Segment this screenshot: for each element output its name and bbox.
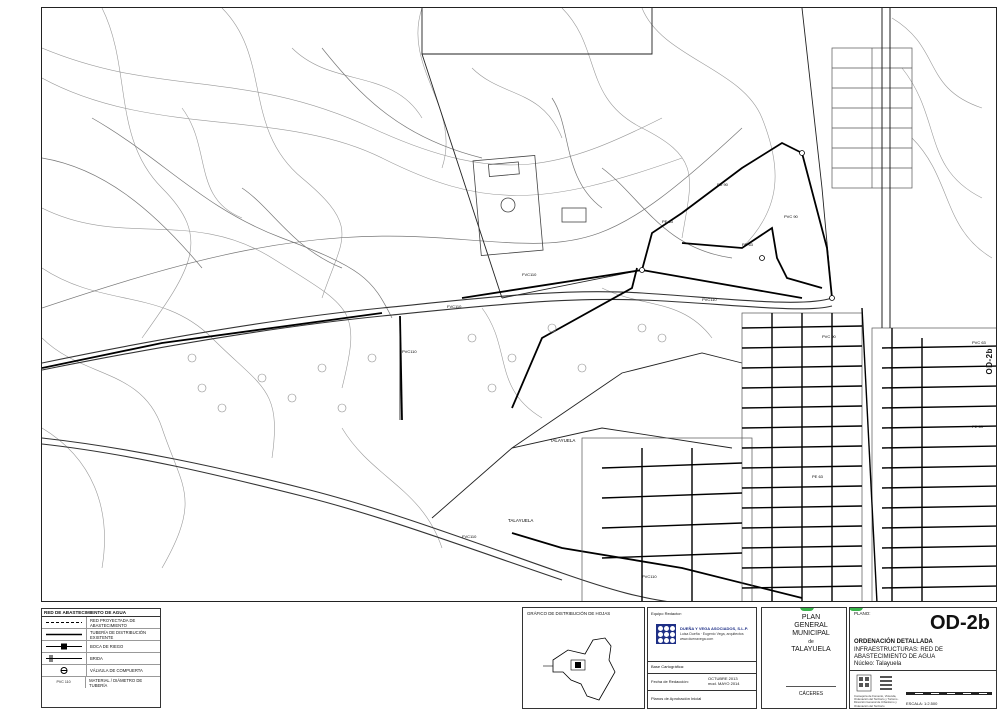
base-label: Base Cartográfica: — [651, 664, 685, 669]
tree-symbols — [187, 323, 667, 413]
plano-label: PLANO: — [854, 611, 871, 616]
pipe-label: PVC110 — [402, 349, 417, 354]
government-seal-icon — [856, 674, 872, 692]
pipe-sample-label: PVC 110 — [56, 680, 71, 684]
emblem-icon — [880, 676, 892, 690]
divider — [648, 661, 756, 662]
plan-line: TALAYUELA — [791, 646, 831, 653]
organization-text: Consejería de Fomento, Vivienda, Ordenac… — [854, 694, 900, 708]
plan-line: MUNICIPAL — [792, 630, 830, 637]
divider — [786, 686, 836, 687]
title-block: PLANO: OD-2b ORDENACIÓN DETALLADA INFRAE… — [849, 607, 997, 709]
plan-line: GENERAL — [794, 622, 828, 629]
sheet-heading: ORDENACIÓN DETALLADA — [854, 639, 933, 645]
legend-row: VÁLVULA DE COMPUERTA — [42, 665, 160, 677]
sheet-nucleo: Núcleo: Talayuela — [854, 661, 902, 667]
sector-boundaries — [399, 8, 833, 519]
plan-line: PLAN — [801, 614, 821, 621]
legend-label: BOCA DE RIEGO — [90, 644, 124, 649]
legend-row: PVC 110 MATERIAL / DIÁMETRO DE TUBERÍA — [42, 677, 160, 688]
pipe-label: PVC 90 — [784, 214, 799, 219]
distribution-title: GRÁFICO DE DISTRIBUCIÓN DE HOJAS — [527, 611, 611, 616]
team-title: Equipo Redactor: — [651, 611, 682, 616]
planos-label: Planos de Aprobación Inicial — [651, 696, 702, 701]
legend-title: RED DE ABASTECIMIENTO DE AGUA — [42, 609, 160, 617]
urban-pipes — [601, 307, 996, 601]
map-drawing: FVC110 FVC110 PVC110 FD 90 PE 63 PVC 90 … — [42, 8, 996, 601]
scale-bar — [906, 692, 992, 695]
dashed-line-icon — [42, 617, 87, 628]
legend-row: RED PROYECTADA DE ABASTECIMIENTO — [42, 617, 160, 629]
divider — [648, 690, 756, 691]
plan-line: de — [808, 639, 814, 645]
sheet-edge-label: OD-2b — [985, 348, 994, 375]
pipe-label: PE 63 — [662, 219, 674, 224]
municipality-outline — [543, 637, 616, 701]
firm-subtitle: Luisa Dueña · Eugenio Vega, arquitectos — [680, 632, 744, 636]
plan-title-panel: PLAN GENERAL MUNICIPAL de TALAYUELA CÁCE… — [761, 607, 847, 709]
valve-markers — [639, 150, 835, 301]
plan-name: PLAN GENERAL MUNICIPAL de TALAYUELA — [786, 614, 836, 654]
credits-panel: Equipo Redactor: DUEÑA Y VEGA ASOCIADOS,… — [647, 607, 757, 709]
legend-panel: RED DE ABASTECIMIENTO DE AGUA RED PROYEC… — [41, 608, 161, 708]
pipe-label: FVC110 — [462, 534, 477, 539]
pipe-label: PVC 63 — [972, 340, 987, 345]
main-road — [42, 291, 833, 601]
valve-icon — [42, 665, 87, 676]
boca-riego-icon — [42, 641, 87, 652]
legend-label: VÁLVULA DE COMPUERTA — [90, 668, 143, 673]
divider — [648, 673, 756, 674]
legend-row: TUBERÍA DE DISTRIBUCIÓN EXISTENTE — [42, 629, 160, 641]
sheet-distribution-panel: GRÁFICO DE DISTRIBUCIÓN DE HOJAS — [522, 607, 645, 709]
pipe-label: PVC 90 — [822, 334, 837, 339]
map-sheet: FVC110 FVC110 PVC110 FD 90 PE 63 PVC 90 … — [0, 0, 1000, 711]
pipe-label: FVC110 — [447, 304, 462, 309]
firm-name: DUEÑA Y VEGA ASOCIADOS, S.L.P. — [680, 626, 749, 631]
fecha-label: Fecha de Redacción: — [651, 679, 689, 684]
sheet-subtitle: INFRAESTRUCTURAS: RED DE ABASTECIMIENTO … — [854, 647, 944, 660]
legend-label: TUBERÍA DE DISTRIBUCIÓN EXISTENTE — [90, 629, 147, 640]
legend-row: BOCA DE RIEGO — [42, 641, 160, 653]
place-label: TALAYUELA — [508, 518, 533, 523]
firm-website: www.duenavega.com — [680, 637, 714, 641]
map-viewport[interactable]: FVC110 FVC110 PVC110 FD 90 PE 63 PVC 90 … — [41, 7, 997, 602]
sheet-code: OD-2b — [930, 612, 990, 634]
pipe-label: FD 90 — [717, 182, 729, 187]
plan-city: CÁCERES — [798, 691, 824, 697]
fecha-value-mod: mod. MAYO 2014 — [708, 681, 740, 686]
place-label: TALAYUELA — [550, 438, 575, 443]
contour-lines — [42, 8, 993, 569]
pipe-label: PE 63 — [742, 242, 754, 247]
legend-label: RED PROYECTADA DE ABASTECIMIENTO — [90, 617, 136, 628]
pipe-label-icon: PVC 110 — [42, 677, 87, 688]
urban-grid — [581, 312, 996, 601]
firm-logo-icon — [656, 624, 676, 644]
scale-label: ESCALA: 1:2.500 — [906, 701, 938, 706]
pipe-label: FVC110 — [522, 272, 537, 277]
legend-row: BRIDA — [42, 653, 160, 665]
brida-icon — [42, 653, 87, 664]
legend-label: MATERIAL / DIÁMETRO DE TUBERÍA — [89, 677, 143, 688]
north-blocks — [831, 8, 913, 328]
pipe-label: PVC110 — [642, 574, 657, 579]
pipe-label: PVC110 — [702, 297, 717, 302]
pipe-label: PE 63 — [812, 474, 824, 479]
solid-line-icon — [42, 629, 87, 640]
pipe-label: PE 63 — [972, 424, 984, 429]
divider — [850, 670, 996, 671]
legend-label: BRIDA — [90, 656, 103, 661]
paths — [42, 47, 743, 319]
